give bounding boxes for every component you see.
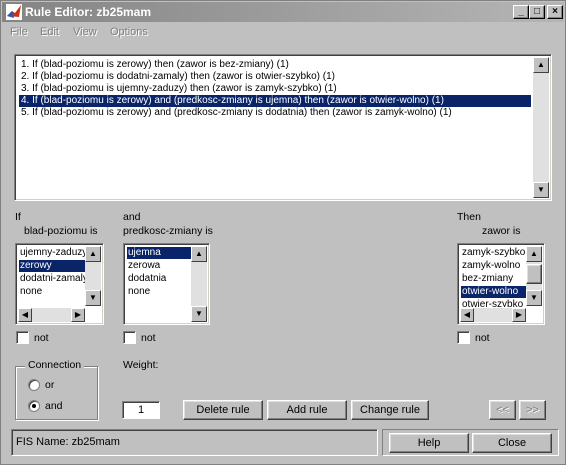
rules-list[interactable]: 1. If (blad-poziomu is zerowy) then (zaw…: [14, 54, 552, 201]
rule-item[interactable]: 1. If (blad-poziomu is zerowy) then (zaw…: [19, 59, 289, 71]
rules-scrollbar[interactable]: ▲ ▼: [533, 57, 549, 198]
input2-listbox[interactable]: ujemna zerowa dodatnia none ▲ ▼: [123, 243, 210, 325]
add-rule-button[interactable]: Add rule: [267, 400, 347, 420]
close-button[interactable]: Close: [472, 433, 552, 453]
list-item[interactable]: dodatnia: [127, 273, 191, 285]
scroll-left-icon[interactable]: ◀: [460, 308, 474, 322]
scroll-left-icon[interactable]: ◀: [18, 308, 32, 322]
scroll-thumb[interactable]: [526, 264, 542, 284]
list-item[interactable]: bez-zmiany: [461, 273, 527, 285]
output-hscroll[interactable]: ◀ ▶: [460, 308, 526, 322]
list-item[interactable]: otwier-szybko: [461, 299, 527, 307]
scroll-right-icon[interactable]: ▶: [71, 308, 85, 322]
and-radio[interactable]: [28, 400, 40, 412]
next-button[interactable]: >>: [519, 400, 546, 420]
rule-item[interactable]: 2. If (blad-poziomu is dodatni-zamaly) t…: [19, 71, 335, 83]
list-item[interactable]: dodatni-zamaly: [19, 273, 85, 285]
scroll-up-icon[interactable]: ▲: [526, 246, 542, 262]
minimize-button[interactable]: _: [513, 5, 529, 19]
help-button[interactable]: Help: [389, 433, 469, 453]
rule-item[interactable]: 5. If (blad-poziomu is zerowy) and (pred…: [19, 107, 452, 119]
output-label: zawor is: [482, 225, 521, 237]
then-label: Then: [457, 211, 481, 223]
input2-not-checkbox[interactable]: [123, 331, 136, 344]
and-label: and: [123, 211, 141, 223]
status-bar: FIS Name: zb25mam: [11, 429, 378, 456]
input2-not-label: not: [141, 332, 156, 344]
window-title: Rule Editor: zb25mam: [25, 5, 152, 19]
input2-label: predkosc-zmiany is: [123, 225, 213, 237]
rule-editor-window: Rule Editor: zb25mam _ □ × File Edit Vie…: [0, 0, 566, 465]
delete-rule-button[interactable]: Delete rule: [183, 400, 263, 420]
menu-edit[interactable]: Edit: [40, 26, 59, 38]
input1-not-checkbox[interactable]: [16, 331, 29, 344]
menu-options[interactable]: Options: [110, 26, 148, 38]
weight-label: Weight:: [123, 359, 159, 371]
list-item-selected[interactable]: ujemna: [127, 247, 191, 259]
input1-not-label: not: [34, 332, 49, 344]
menu-view[interactable]: View: [73, 26, 97, 38]
menu-file[interactable]: File: [10, 26, 28, 38]
radio-selected-dot: [32, 404, 36, 408]
output-listbox[interactable]: zamyk-szybko zamyk-wolno bez-zmiany otwi…: [457, 243, 545, 325]
list-item[interactable]: none: [19, 286, 85, 298]
title-bar[interactable]: Rule Editor: zb25mam _ □ ×: [2, 2, 564, 22]
output-not-checkbox[interactable]: [457, 331, 470, 344]
menu-bar: File Edit View Options: [2, 23, 564, 42]
scroll-up-icon[interactable]: ▲: [533, 57, 549, 73]
input1-vscroll[interactable]: ▲ ▼: [85, 246, 101, 306]
close-window-button[interactable]: ×: [547, 5, 563, 19]
list-item[interactable]: zerowa: [127, 260, 191, 272]
scroll-down-icon[interactable]: ▼: [526, 290, 542, 306]
scroll-down-icon[interactable]: ▼: [191, 306, 207, 322]
list-item[interactable]: ujemny-zaduzy: [19, 247, 85, 259]
or-radio-label: or: [45, 379, 55, 391]
input1-listbox[interactable]: ujemny-zaduzy zerowy dodatni-zamaly none…: [15, 243, 104, 325]
prev-button[interactable]: <<: [489, 400, 516, 420]
output-vscroll[interactable]: ▲ ▼: [526, 246, 542, 306]
list-item-selected[interactable]: zerowy: [19, 260, 85, 272]
list-item[interactable]: none: [127, 286, 191, 298]
input2-vscroll[interactable]: ▲ ▼: [191, 246, 207, 322]
connection-title: Connection: [25, 359, 85, 371]
input1-hscroll[interactable]: ◀ ▶: [18, 308, 85, 322]
fis-name-text: FIS Name: zb25mam: [16, 436, 120, 448]
output-not-label: not: [475, 332, 490, 344]
matlab-icon: [6, 4, 22, 20]
weight-input[interactable]: 1: [122, 401, 160, 419]
list-item[interactable]: zamyk-wolno: [461, 260, 527, 272]
list-item-selected[interactable]: otwier-wolno: [461, 286, 527, 298]
scroll-up-icon[interactable]: ▲: [191, 246, 207, 262]
scroll-down-icon[interactable]: ▼: [533, 182, 549, 198]
scroll-up-icon[interactable]: ▲: [85, 246, 101, 262]
input1-label: blad-poziomu is: [24, 225, 98, 237]
rule-item-selected[interactable]: 4. If (blad-poziomu is zerowy) and (pred…: [19, 95, 531, 107]
or-radio[interactable]: [28, 379, 40, 391]
scroll-right-icon[interactable]: ▶: [512, 308, 526, 322]
scroll-down-icon[interactable]: ▼: [85, 290, 101, 306]
maximize-button[interactable]: □: [529, 5, 545, 19]
rule-item[interactable]: 3. If (blad-poziomu is ujemny-zaduzy) th…: [19, 83, 337, 95]
change-rule-button[interactable]: Change rule: [351, 400, 429, 420]
if-label: If: [15, 211, 21, 223]
list-item[interactable]: zamyk-szybko: [461, 247, 527, 259]
and-radio-label: and: [45, 400, 63, 412]
